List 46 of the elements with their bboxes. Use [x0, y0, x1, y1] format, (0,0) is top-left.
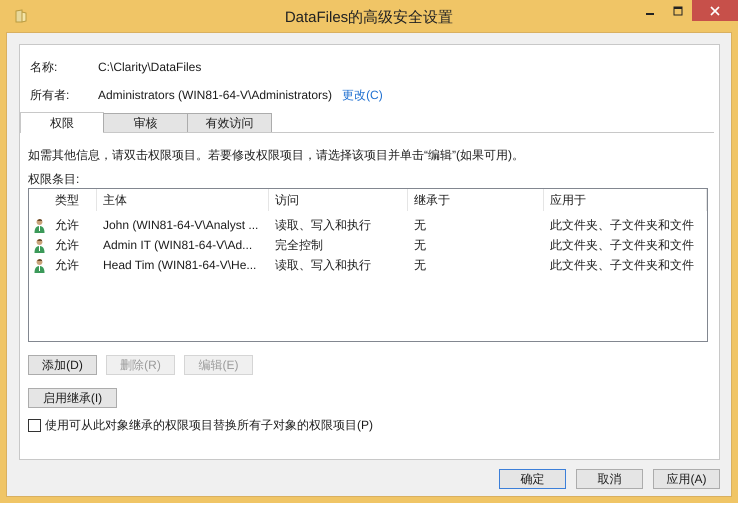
- checkbox-label: 使用可从此对象继承的权限项目替换所有子对象的权限项目(P): [45, 417, 373, 434]
- dialog-button[interactable]: 取消: [576, 469, 643, 489]
- table-cell-text: 无: [413, 236, 427, 254]
- maximize-icon: [673, 6, 683, 16]
- info-text: 如需其他信息，请双击权限项目。若要修改权限项目，请选择该项目并单击“编辑”(如果可用)。: [28, 147, 525, 163]
- table-cell-text: John (WIN81-64-V\Analyst ...: [102, 218, 260, 232]
- table-cell-text: 此文件夹、子文件夹和文件: [549, 256, 695, 274]
- name-value: C:\Clarity\DataFiles: [98, 60, 202, 74]
- table-cell-text: 此文件夹、子文件夹和文件: [549, 216, 695, 234]
- table-cell-text: 允许: [54, 256, 80, 274]
- folder-icon: [15, 9, 27, 23]
- owner-value: Administrators (WIN81-64-V\Administrators): [98, 88, 332, 102]
- column-header[interactable]: 继承于: [408, 189, 544, 211]
- column-header[interactable]: 访问: [269, 189, 408, 211]
- checkbox[interactable]: [28, 419, 41, 432]
- minimize-icon: [646, 12, 654, 14]
- dialog-button[interactable]: 应用(A): [653, 469, 720, 489]
- column-header[interactable]: 类型: [49, 189, 97, 211]
- close-icon: [710, 6, 720, 16]
- dialog-button[interactable]: 确定: [499, 469, 566, 489]
- tab[interactable]: 有效访问: [187, 113, 272, 132]
- close-button[interactable]: [692, 0, 738, 21]
- entries-label: 权限条目:: [28, 171, 80, 187]
- name-label: 名称:: [30, 58, 58, 76]
- user-icon: [34, 258, 44, 272]
- change-owner-link[interactable]: 更改(C): [342, 86, 383, 104]
- table-cell-text: 无: [413, 216, 427, 234]
- user-icon: [34, 238, 44, 252]
- column-header[interactable]: 应用于: [544, 189, 707, 211]
- table-cell-text: 读取、写入和执行: [274, 256, 372, 274]
- owner-label: 所有者:: [30, 86, 70, 104]
- table-cell-text: 完全控制: [274, 236, 324, 254]
- table-cell-text: 允许: [54, 216, 80, 234]
- tab[interactable]: 审核: [103, 113, 188, 132]
- column-header[interactable]: 主体: [97, 189, 269, 211]
- table-cell-text: 无: [413, 256, 427, 274]
- table-cell-text: 允许: [54, 236, 80, 254]
- table-cell-text: 此文件夹、子文件夹和文件: [549, 236, 695, 254]
- entry-button[interactable]: 添加(D): [28, 355, 97, 375]
- enable-inheritance-button[interactable]: 启用继承(I): [28, 388, 117, 408]
- user-icon: [34, 218, 44, 232]
- table-cell-text: 读取、写入和执行: [274, 216, 372, 234]
- window-title: DataFiles的高级安全设置: [284, 8, 454, 27]
- table-cell-text: Head Tim (WIN81-64-V\He...: [102, 258, 258, 272]
- table-cell-text: Admin IT (WIN81-64-V\Ad...: [102, 238, 254, 252]
- tab[interactable]: 权限: [20, 112, 104, 133]
